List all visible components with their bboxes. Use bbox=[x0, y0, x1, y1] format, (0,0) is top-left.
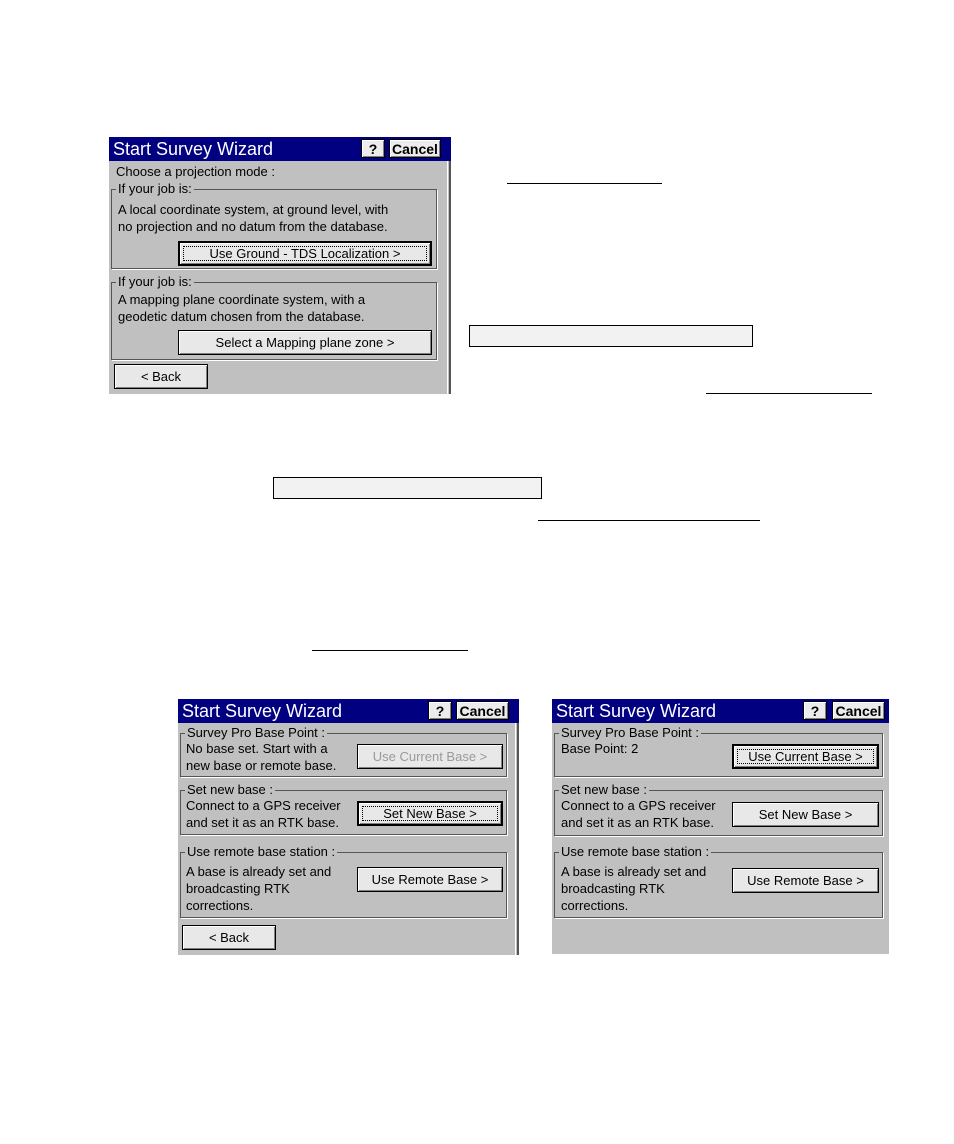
help-button[interactable]: ? bbox=[428, 701, 452, 720]
window-title: Start Survey Wizard bbox=[556, 701, 717, 721]
group-description-line: No base set. Start with a bbox=[186, 741, 328, 756]
group-description-line: A base is already set and bbox=[561, 864, 707, 879]
cancel-button[interactable]: Cancel bbox=[832, 701, 885, 720]
underline-mark bbox=[312, 650, 468, 651]
group-description-line: corrections. bbox=[561, 898, 629, 913]
use-current-base-button[interactable]: Use Current Base > bbox=[357, 744, 503, 769]
set-new-base-button[interactable]: Set New Base > bbox=[357, 801, 503, 826]
focus-rect bbox=[183, 246, 427, 261]
group-description-line: A base is already set and bbox=[186, 864, 332, 879]
focus-rect bbox=[737, 749, 874, 764]
button-label: Use Current Base > bbox=[372, 749, 488, 764]
use-ground-tds-localization-button[interactable]: Use Ground - TDS Localization > bbox=[178, 241, 432, 266]
title-bar: Start Survey Wizard ? Cancel bbox=[178, 699, 519, 723]
window-frame bbox=[447, 137, 451, 394]
group-description-line: and set it as an RTK base. bbox=[186, 815, 339, 830]
group-description-line: broadcasting RTK bbox=[186, 881, 290, 896]
title-bar: Start Survey Wizard ? Cancel bbox=[552, 699, 889, 723]
group-label: If your job is: bbox=[116, 274, 194, 290]
highlight-box bbox=[469, 325, 753, 347]
use-remote-base-button[interactable]: Use Remote Base > bbox=[357, 867, 503, 892]
group-description-line: geodetic datum chosen from the database. bbox=[118, 309, 365, 324]
group-label: If your job is: bbox=[116, 181, 194, 197]
help-button[interactable]: ? bbox=[361, 139, 385, 158]
start-survey-wizard-base-set: Start Survey Wizard ? Cancel Survey Pro … bbox=[552, 699, 889, 954]
group-description-line: broadcasting RTK bbox=[561, 881, 665, 896]
underline-mark bbox=[706, 393, 872, 394]
button-label: Use Remote Base > bbox=[747, 873, 864, 888]
button-label: < Back bbox=[208, 930, 250, 945]
cancel-button[interactable]: Cancel bbox=[389, 139, 441, 158]
group-label: Use remote base station : bbox=[185, 844, 338, 860]
start-survey-wizard-no-base: Start Survey Wizard ? Cancel Survey Pro … bbox=[178, 699, 519, 955]
group-description-line: Connect to a GPS receiver bbox=[561, 798, 716, 813]
back-button[interactable]: < Back bbox=[182, 925, 276, 950]
group-description-line: A local coordinate system, at ground lev… bbox=[118, 202, 389, 217]
button-label: < Back bbox=[140, 369, 182, 384]
base-point-value: Base Point: 2 bbox=[561, 741, 639, 756]
window-title: Start Survey Wizard bbox=[113, 139, 274, 159]
underline-mark bbox=[538, 520, 760, 521]
back-button[interactable]: < Back bbox=[114, 364, 208, 389]
group-description-line: Connect to a GPS receiver bbox=[186, 798, 341, 813]
group-description-line: A mapping plane coordinate system, with … bbox=[118, 292, 366, 307]
prompt-text: Choose a projection mode : bbox=[116, 164, 275, 179]
cancel-button[interactable]: Cancel bbox=[456, 701, 509, 720]
group-label: Set new base : bbox=[559, 782, 649, 798]
group-description-line: and set it as an RTK base. bbox=[561, 815, 714, 830]
highlight-box bbox=[273, 477, 542, 499]
group-description-line: new base or remote base. bbox=[186, 758, 337, 773]
group-description-line: corrections. bbox=[186, 898, 254, 913]
help-button[interactable]: ? bbox=[803, 701, 827, 720]
focus-rect bbox=[362, 806, 498, 821]
button-label: Set New Base > bbox=[758, 807, 853, 822]
window-frame bbox=[515, 699, 519, 955]
group-label: Set new base : bbox=[185, 782, 275, 798]
use-current-base-button[interactable]: Use Current Base > bbox=[732, 744, 879, 769]
group-description-line: no projection and no datum from the data… bbox=[118, 219, 388, 234]
start-survey-wizard-projection: Start Survey Wizard ? Cancel Choose a pr… bbox=[109, 137, 451, 394]
underline-mark bbox=[507, 183, 662, 184]
set-new-base-button[interactable]: Set New Base > bbox=[732, 802, 879, 827]
title-bar: Start Survey Wizard ? Cancel bbox=[109, 137, 451, 161]
group-label: Survey Pro Base Point : bbox=[185, 725, 328, 741]
button-label: Select a Mapping plane zone > bbox=[215, 335, 395, 350]
select-mapping-plane-zone-button[interactable]: Select a Mapping plane zone > bbox=[178, 330, 432, 355]
window-title: Start Survey Wizard bbox=[182, 701, 343, 721]
button-label: Use Remote Base > bbox=[371, 872, 489, 887]
use-remote-base-button[interactable]: Use Remote Base > bbox=[732, 868, 879, 893]
group-label: Use remote base station : bbox=[559, 844, 712, 860]
group-label: Survey Pro Base Point : bbox=[559, 725, 702, 741]
